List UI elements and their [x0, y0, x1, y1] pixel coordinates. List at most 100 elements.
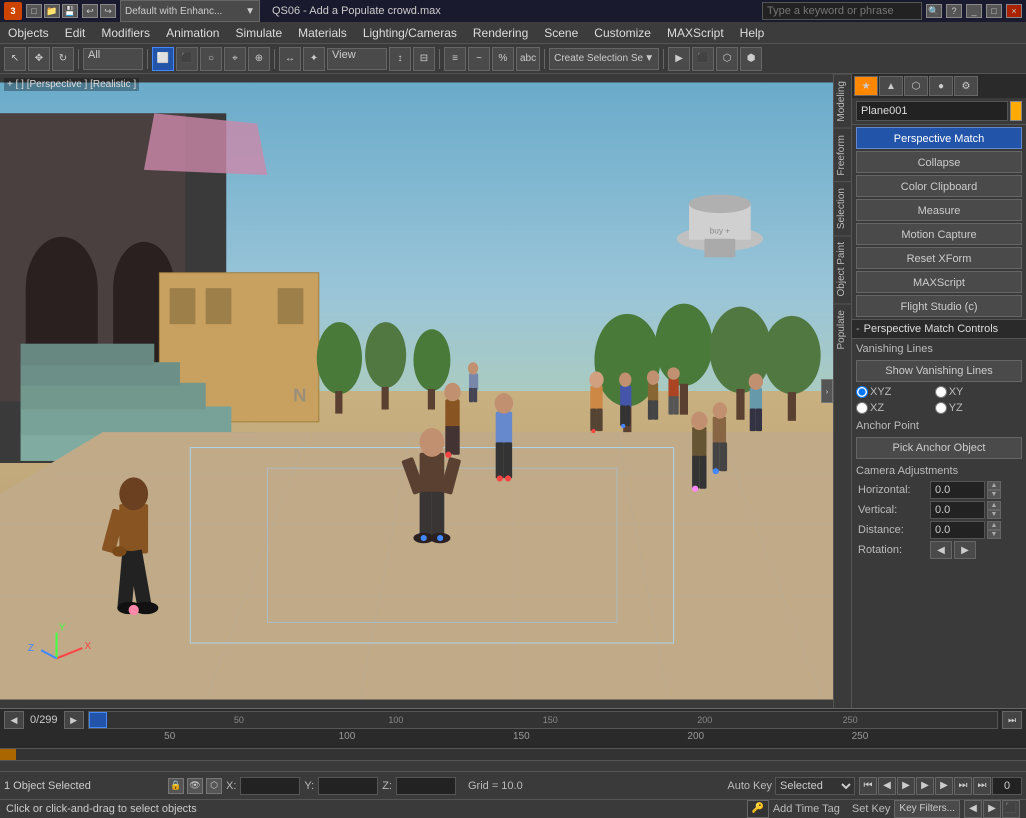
close-btn[interactable]: ×	[1006, 4, 1022, 18]
rp-tab-triangle[interactable]: ▲	[879, 76, 903, 96]
rotation-right-btn[interactable]: ▶	[954, 541, 976, 559]
pick-anchor-btn[interactable]: Pick Anchor Object	[856, 437, 1022, 459]
horizontal-up[interactable]: ▲	[987, 481, 1001, 490]
all-dropdown[interactable]: All	[83, 48, 143, 70]
vertical-up[interactable]: ▲	[987, 501, 1001, 510]
viewport[interactable]: + [ ] [Perspective ] [Realistic ]	[0, 74, 833, 708]
radio-yz-input[interactable]	[935, 402, 947, 414]
rp-tab-gear[interactable]: ⚙	[954, 76, 978, 96]
btn-motion-capture[interactable]: Motion Capture	[856, 223, 1022, 245]
menu-objects[interactable]: Objects	[0, 22, 57, 43]
menu-scene[interactable]: Scene	[536, 22, 586, 43]
new-btn[interactable]: □	[26, 4, 42, 18]
btn-flight-studio[interactable]: Flight Studio (c)	[856, 295, 1022, 317]
side-label-populate[interactable]: Populate	[834, 303, 851, 355]
tb-align[interactable]: ⊟	[413, 47, 435, 71]
autokey-dropdown[interactable]: Selected	[775, 777, 855, 795]
redo-btn[interactable]: ↪	[100, 4, 116, 18]
pb-play[interactable]: ▶	[897, 777, 915, 795]
tl-forward[interactable]: ▶	[64, 711, 84, 729]
side-label-modeling[interactable]: Modeling	[834, 74, 851, 128]
menu-modifiers[interactable]: Modifiers	[93, 22, 158, 43]
side-label-selection[interactable]: Selection	[834, 181, 851, 235]
btn-perspective-match[interactable]: Perspective Match	[856, 127, 1022, 149]
tb-rotate[interactable]: ↻	[52, 47, 74, 71]
distance-up[interactable]: ▲	[987, 521, 1001, 530]
pb-prev-frame[interactable]: ◀	[878, 777, 896, 795]
side-label-object-paint[interactable]: Object Paint	[834, 235, 851, 302]
object-color-swatch[interactable]	[1010, 101, 1022, 121]
radio-xz-input[interactable]	[856, 402, 868, 414]
tl-back[interactable]: ◀	[4, 711, 24, 729]
x-input[interactable]	[240, 777, 300, 795]
search-btn[interactable]: 🔍	[926, 4, 942, 18]
pb-last[interactable]: ⏭	[973, 777, 991, 795]
horizontal-down[interactable]: ▼	[987, 490, 1001, 499]
y-input[interactable]	[318, 777, 378, 795]
vertical-input[interactable]: 0.0	[930, 501, 985, 519]
tb-region[interactable]: ⬛	[176, 47, 198, 71]
tb-render3[interactable]: ⬡	[716, 47, 738, 71]
tb-paint-select[interactable]: ⊕	[248, 47, 270, 71]
timeline-thumb[interactable]	[89, 712, 107, 728]
pb-next-key[interactable]: ⏭	[954, 777, 972, 795]
minimize-btn[interactable]: _	[966, 4, 982, 18]
br-btn1[interactable]: ◀	[964, 800, 982, 818]
radio-xy-input[interactable]	[935, 386, 947, 398]
pb-play-sel[interactable]: ▶	[916, 777, 934, 795]
viewport-scroll-btn[interactable]: ›	[821, 379, 833, 403]
render-icon[interactable]: ⬡	[206, 778, 222, 794]
tl-end[interactable]: ⏭	[1002, 711, 1022, 729]
tb-percent[interactable]: %	[492, 47, 514, 71]
btn-color-clipboard[interactable]: Color Clipboard	[856, 175, 1022, 197]
object-name-input[interactable]: Plane001	[856, 101, 1008, 121]
show-vl-btn[interactable]: Show Vanishing Lines	[856, 360, 1022, 382]
lock-icon[interactable]: 🔒	[168, 778, 184, 794]
pb-next-frame[interactable]: ▶	[935, 777, 953, 795]
tb-layer[interactable]: ≡	[444, 47, 466, 71]
rp-tab-star[interactable]: ★	[854, 76, 878, 96]
tb-circle-select[interactable]: ○	[200, 47, 222, 71]
tb-abc[interactable]: abc	[516, 47, 540, 71]
menu-animation[interactable]: Animation	[158, 22, 227, 43]
maximize-btn[interactable]: □	[986, 4, 1002, 18]
tb-render2[interactable]: ⬛	[692, 47, 714, 71]
tb-lasso[interactable]: ⌖	[224, 47, 246, 71]
radio-xyz-input[interactable]	[856, 386, 868, 398]
rotation-left-btn[interactable]: ◀	[930, 541, 952, 559]
pm-controls-header[interactable]: - Perspective Match Controls	[852, 319, 1026, 339]
timeline-bar[interactable]: 50 100 150 200 250	[88, 711, 998, 729]
tb-mirror[interactable]: ↕	[389, 47, 411, 71]
btn-reset-xform[interactable]: Reset XForm	[856, 247, 1022, 269]
tb-render1[interactable]: ▶	[668, 47, 690, 71]
search-input[interactable]	[762, 2, 922, 20]
vertical-down[interactable]: ▼	[987, 510, 1001, 519]
tb-link[interactable]: ↔	[279, 47, 301, 71]
tb-snap[interactable]: ✦	[303, 47, 325, 71]
z-input[interactable]	[396, 777, 456, 795]
tb-select[interactable]: ↖	[4, 47, 26, 71]
lock-key-btn[interactable]: 🔑	[747, 800, 769, 818]
frame-display[interactable]: 0	[992, 777, 1022, 795]
help-btn[interactable]: ?	[946, 4, 962, 18]
br-btn2[interactable]: ▶	[983, 800, 1001, 818]
key-filters-btn[interactable]: Key Filters...	[894, 800, 960, 818]
vis-icon[interactable]: 👁	[187, 778, 203, 794]
tb-render4[interactable]: ⬢	[740, 47, 762, 71]
menu-simulate[interactable]: Simulate	[227, 22, 290, 43]
rp-tab-circle[interactable]: ●	[929, 76, 953, 96]
rp-tab-hex[interactable]: ⬡	[904, 76, 928, 96]
distance-down[interactable]: ▼	[987, 530, 1001, 539]
menu-materials[interactable]: Materials	[290, 22, 355, 43]
create-selection-btn[interactable]: Create Selection Se ▼	[549, 48, 659, 70]
btn-measure[interactable]: Measure	[856, 199, 1022, 221]
open-btn[interactable]: 📁	[44, 4, 60, 18]
btn-maxscript[interactable]: MAXScript	[856, 271, 1022, 293]
tb-curve[interactable]: ~	[468, 47, 490, 71]
menu-edit[interactable]: Edit	[57, 22, 94, 43]
side-label-freeform[interactable]: Freeform	[834, 128, 851, 182]
menu-rendering[interactable]: Rendering	[465, 22, 536, 43]
menu-help[interactable]: Help	[732, 22, 773, 43]
save-btn[interactable]: 💾	[62, 4, 78, 18]
pb-prev-key[interactable]: ⏮	[859, 777, 877, 795]
